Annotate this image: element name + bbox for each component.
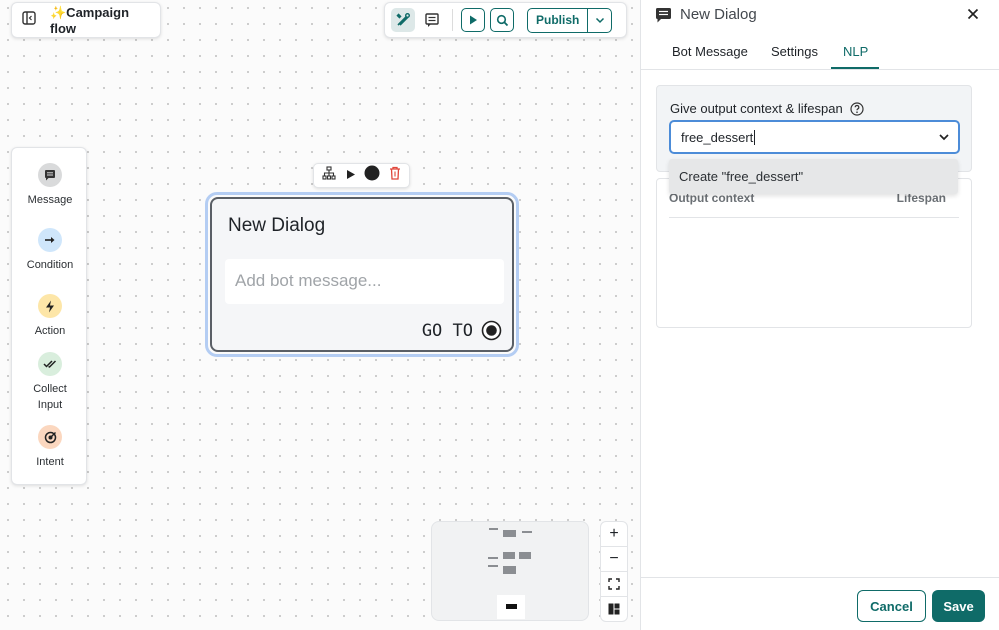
play-icon[interactable] [345, 167, 356, 185]
auto-layout-button[interactable] [601, 597, 627, 621]
dialog-node-selection[interactable]: New Dialog Add bot message... GO TO [205, 192, 519, 357]
toolbar-divider [452, 9, 453, 31]
panel-tabs: Bot Message Settings NLP [641, 36, 999, 70]
zoom-out-button[interactable]: − [601, 547, 627, 572]
palette-item-collect-input[interactable]: Collect Input [12, 352, 88, 413]
publish-options-button[interactable] [587, 8, 611, 32]
palette-item-message[interactable]: Message [12, 163, 88, 208]
flow-canvas[interactable]: ✨Campaign flow Publish Message Condition… [0, 0, 640, 630]
message-icon [38, 163, 62, 187]
palette-item-intent[interactable]: Intent [12, 425, 88, 470]
dialog-node[interactable]: New Dialog Add bot message... GO TO [210, 197, 514, 352]
chevron-down-icon[interactable] [938, 131, 950, 143]
zoom-in-button[interactable]: + [601, 522, 627, 547]
publish-button[interactable]: Publish [528, 9, 587, 32]
create-option-item[interactable]: Create "free_dessert" [669, 159, 958, 194]
text-caret [754, 129, 756, 145]
flow-title-box: ✨Campaign flow [11, 2, 161, 38]
panel-title: New Dialog [680, 6, 757, 23]
plus-icon: + [609, 525, 619, 542]
minimap[interactable] [431, 521, 589, 621]
context-field-label: Give output context & lifespan [670, 101, 864, 116]
top-toolbar: Publish [384, 2, 627, 38]
chevron-down-icon [595, 17, 604, 24]
palette-item-condition[interactable]: Condition [12, 228, 88, 273]
output-context-input[interactable]: free_dessert [669, 120, 960, 154]
comments-button[interactable] [420, 8, 444, 32]
context-label-text: Give output context & lifespan [670, 101, 843, 116]
bot-message-input[interactable]: Add bot message... [225, 259, 504, 304]
target-icon [38, 425, 62, 449]
flow-title: ✨Campaign flow [50, 4, 130, 36]
publish-split-button: Publish [527, 7, 613, 33]
tab-settings[interactable]: Settings [771, 44, 818, 59]
fit-view-button[interactable] [601, 572, 627, 597]
table-header-divider [669, 217, 959, 218]
palette-label: Collect Input [33, 383, 67, 411]
layout-icon [608, 603, 620, 615]
tab-nlp[interactable]: NLP [843, 44, 868, 59]
search-icon [496, 14, 508, 26]
build-tools-button[interactable] [391, 8, 415, 32]
minus-icon: − [609, 550, 619, 567]
connector-handle-icon [481, 320, 502, 341]
close-panel-button[interactable] [965, 6, 981, 22]
node-title: New Dialog [228, 215, 326, 236]
palette-item-action[interactable]: Action [12, 294, 88, 339]
lightning-icon [38, 294, 62, 318]
goto-label: GO TO [421, 320, 473, 341]
zoom-controls: + − [600, 521, 628, 622]
fullscreen-icon [608, 578, 620, 590]
help-icon[interactable] [850, 101, 864, 116]
comment-icon [425, 13, 439, 27]
preview-button[interactable] [461, 8, 485, 32]
palette-label: Action [34, 325, 66, 337]
play-icon [470, 15, 477, 25]
panel-footer: Cancel Save [641, 577, 999, 630]
close-icon [967, 8, 979, 20]
double-check-icon [38, 352, 62, 376]
node-palette: Message Condition Action Collect Input I… [11, 147, 87, 485]
message-icon [656, 7, 671, 22]
active-tab-indicator [831, 67, 879, 69]
minimap-viewport[interactable] [497, 595, 525, 619]
output-context-table: Output context Lifespan [656, 178, 972, 328]
tab-bot-message[interactable]: Bot Message [672, 44, 748, 59]
save-button[interactable]: Save [932, 590, 985, 622]
palette-label: Intent [36, 456, 64, 468]
trash-icon[interactable] [389, 166, 401, 185]
palette-label: Message [27, 194, 73, 206]
palette-label: Condition [26, 259, 74, 271]
panel-header: New Dialog [655, 6, 757, 23]
tools-icon [396, 13, 410, 26]
hierarchy-icon[interactable] [322, 166, 336, 185]
node-toolbar [313, 163, 410, 188]
properties-panel: New Dialog Bot Message Settings NLP Outp… [640, 0, 999, 630]
sidebar-toggle-icon[interactable] [22, 10, 36, 30]
search-button[interactable] [490, 8, 514, 32]
goto-connector[interactable]: GO TO [422, 320, 502, 341]
cancel-button[interactable]: Cancel [857, 590, 926, 622]
arrow-right-icon [38, 228, 62, 252]
record-icon[interactable] [364, 165, 380, 186]
output-context-value: free_dessert [681, 129, 754, 145]
